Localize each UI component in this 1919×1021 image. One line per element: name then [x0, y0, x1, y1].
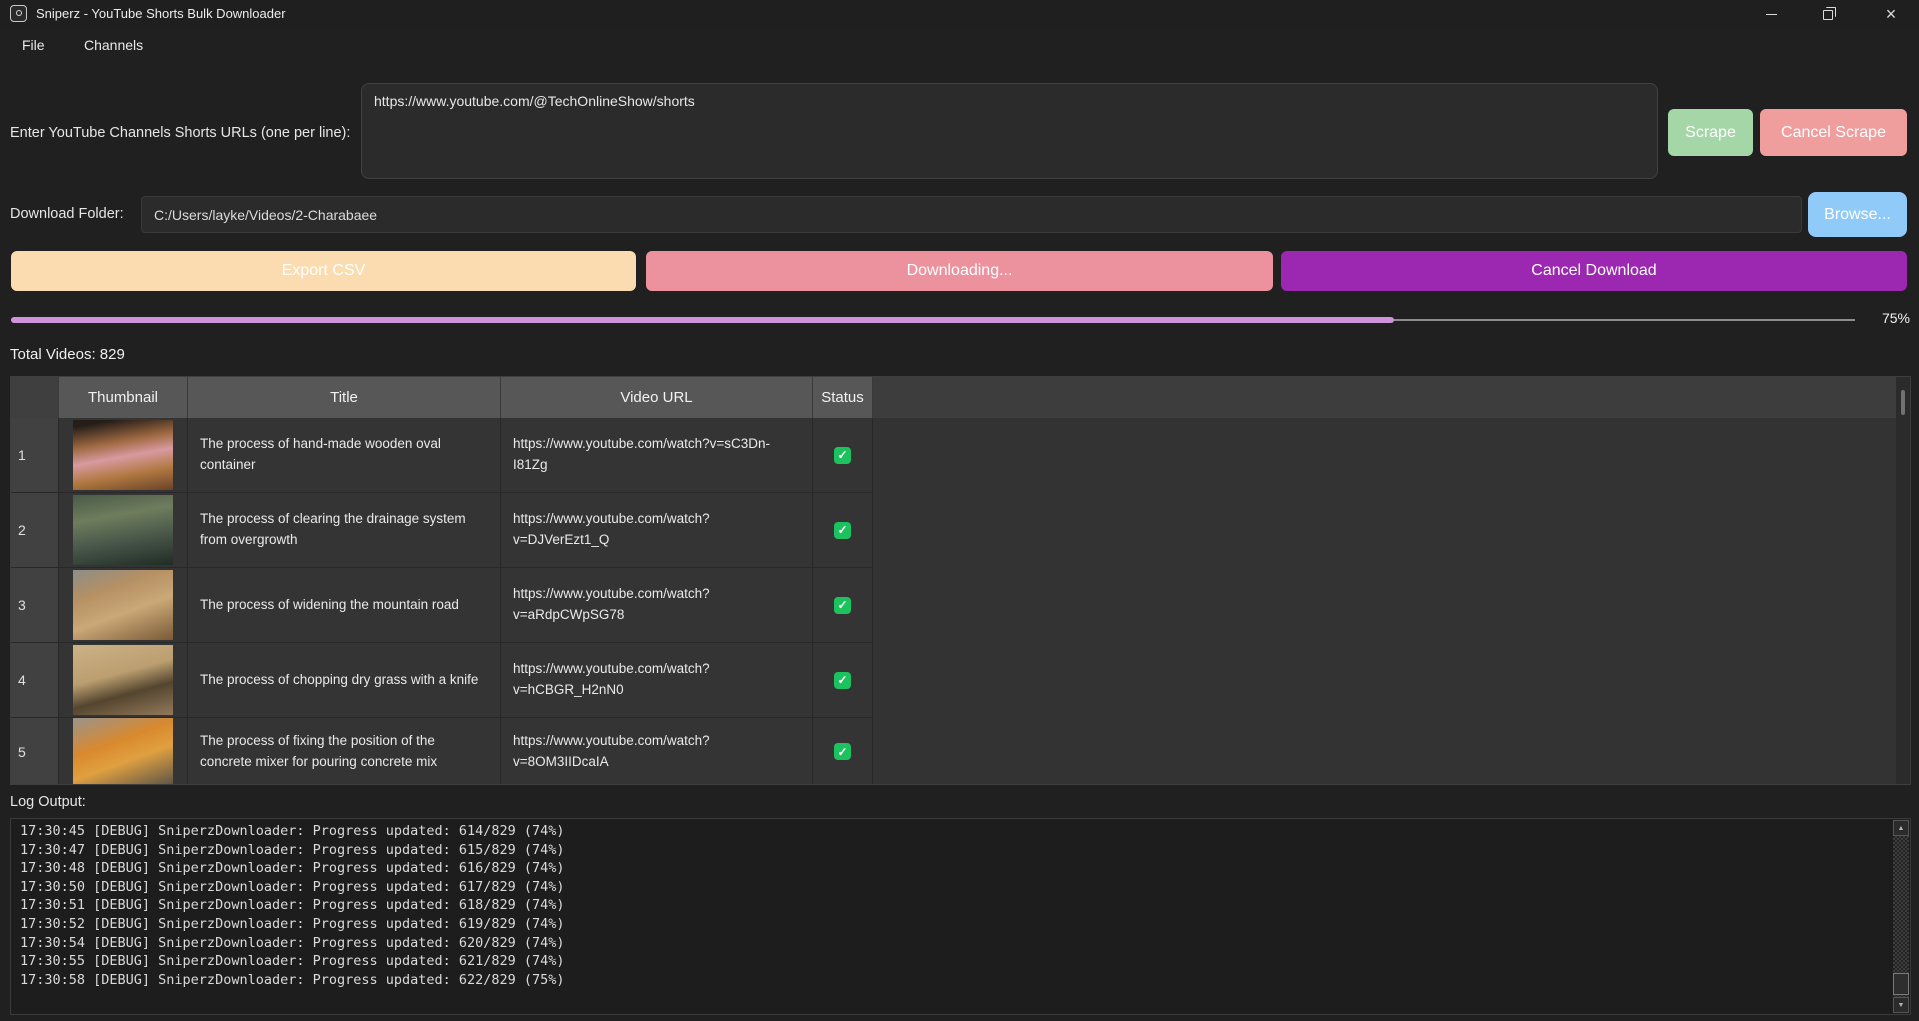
cancel-scrape-button[interactable]: Cancel Scrape: [1760, 109, 1907, 156]
browse-button[interactable]: Browse...: [1808, 192, 1907, 237]
row-number: 3: [11, 568, 59, 643]
menu-bar: File Channels: [0, 28, 1919, 62]
table-vertical-scrollbar[interactable]: [1896, 377, 1910, 784]
log-line: 17:30:50 [DEBUG] SniperzDownloader: Prog…: [20, 878, 565, 895]
row-number: 1: [11, 418, 59, 493]
table-row[interactable]: 5 The process of fixing the position of t…: [11, 718, 873, 784]
thumbnail-cell: [59, 568, 188, 643]
column-header-status[interactable]: Status: [813, 377, 873, 418]
log-line: 17:30:54 [DEBUG] SniperzDownloader: Prog…: [20, 934, 565, 951]
thumbnail-cell: [59, 493, 188, 568]
log-line: 17:30:45 [DEBUG] SniperzDownloader: Prog…: [20, 823, 565, 839]
downloading-button[interactable]: Downloading...: [646, 251, 1273, 291]
restore-icon: [1823, 7, 1836, 20]
log-line: 17:30:58 [DEBUG] SniperzDownloader: Prog…: [20, 971, 565, 988]
log-line: 17:30:52 [DEBUG] SniperzDownloader: Prog…: [20, 915, 565, 932]
thumbnail-cell: [59, 718, 188, 784]
video-url: https://www.youtube.com/watch?v=aRdpCWpS…: [501, 568, 813, 643]
thumbnail-cell: [59, 418, 188, 493]
thumbnail-image: [73, 495, 173, 565]
log-line: 17:30:51 [DEBUG] SniperzDownloader: Prog…: [20, 897, 565, 914]
log-line: 17:30:47 [DEBUG] SniperzDownloader: Prog…: [20, 841, 565, 858]
close-button[interactable]: ×: [1868, 0, 1914, 28]
log-scrollbar[interactable]: ▲ ▼: [1893, 820, 1909, 1013]
video-url: https://www.youtube.com/watch?v=sC3Dn-I8…: [501, 418, 813, 493]
table-row[interactable]: 1 The process of hand-made wooden oval co…: [11, 418, 873, 493]
table-scrollbar-thumb[interactable]: [1901, 390, 1905, 415]
row-number: 5: [11, 718, 59, 784]
status-checked-icon: ✓: [834, 596, 851, 614]
status-cell: ✓: [813, 418, 873, 493]
window-title: Sniperz - YouTube Shorts Bulk Downloader: [36, 6, 286, 21]
log-line: 17:30:48 [DEBUG] SniperzDownloader: Prog…: [20, 860, 565, 877]
video-title: The process of chopping dry grass with a…: [188, 643, 501, 718]
minimize-button[interactable]: [1748, 0, 1794, 28]
app-window: Sniperz - YouTube Shorts Bulk Downloader…: [0, 0, 1919, 1021]
row-number: 4: [11, 643, 59, 718]
download-folder-label: Download Folder:: [10, 206, 124, 222]
thumbnail-cell: [59, 643, 188, 718]
log-output-box[interactable]: 17:30:45 [DEBUG] SniperzDownloader: Prog…: [10, 818, 1911, 1015]
status-checked-icon: ✓: [834, 743, 851, 760]
log-output-label: Log Output:: [10, 794, 86, 810]
table-header-filler: [873, 377, 1896, 418]
url-input-label: Enter YouTube Channels Shorts URLs (one …: [10, 125, 351, 141]
thumbnail-image: [73, 718, 173, 784]
log-scrollbar-thumb[interactable]: [1893, 973, 1909, 995]
video-title: The process of hand-made wooden oval con…: [188, 418, 501, 493]
scrape-button[interactable]: Scrape: [1668, 109, 1753, 156]
column-header-thumbnail[interactable]: Thumbnail: [59, 377, 188, 418]
row-number: 2: [11, 493, 59, 568]
log-lines: 17:30:45 [DEBUG] SniperzDownloader: Prog…: [20, 822, 1888, 989]
app-icon: [10, 5, 27, 22]
scroll-up-button[interactable]: ▲: [1893, 820, 1909, 836]
video-url: https://www.youtube.com/watch?v=8OM3IIDc…: [501, 718, 813, 784]
video-title: The process of clearing the drainage sys…: [188, 493, 501, 568]
channels-url-input[interactable]: https://www.youtube.com/@TechOnlineShow/…: [361, 83, 1658, 179]
progress-fill: [11, 317, 1394, 323]
thumbnail-image: [73, 645, 173, 715]
maximize-button[interactable]: [1805, 0, 1851, 28]
title-bar: Sniperz - YouTube Shorts Bulk Downloader…: [0, 0, 1919, 28]
status-cell: ✓: [813, 568, 873, 643]
table-row[interactable]: 2 The process of clearing the drainage sy…: [11, 493, 873, 568]
thumbnail-image: [73, 420, 173, 490]
video-url: https://www.youtube.com/watch?v=DJVerEzt…: [501, 493, 813, 568]
videos-table: Thumbnail Title Video URL Status 1 The pr…: [10, 376, 1911, 785]
table-corner-cell: [11, 377, 59, 418]
status-checked-icon: ✓: [834, 521, 851, 539]
progress-percent-label: 75%: [1881, 310, 1910, 326]
download-folder-input[interactable]: [141, 196, 1802, 233]
status-cell: ✓: [813, 643, 873, 718]
download-progress-bar: [11, 316, 1855, 324]
thumbnail-image: [73, 570, 173, 640]
menu-file[interactable]: File: [12, 28, 55, 62]
total-videos-label: Total Videos: 829: [10, 346, 125, 363]
column-header-title[interactable]: Title: [188, 377, 501, 418]
scroll-down-button[interactable]: ▼: [1893, 997, 1909, 1013]
export-csv-button[interactable]: Export CSV: [11, 251, 636, 291]
video-title: The process of widening the mountain roa…: [188, 568, 501, 643]
status-cell: ✓: [813, 718, 873, 784]
close-icon: ×: [1885, 4, 1897, 24]
table-row[interactable]: 4 The process of chopping dry grass with …: [11, 643, 873, 718]
video-title: The process of fixing the position of th…: [188, 718, 501, 784]
log-line: 17:30:55 [DEBUG] SniperzDownloader: Prog…: [20, 953, 565, 970]
menu-channels[interactable]: Channels: [74, 28, 153, 62]
status-checked-icon: ✓: [834, 671, 851, 689]
minimize-icon: [1765, 13, 1777, 15]
table-row[interactable]: 3 The process of widening the mountain ro…: [11, 568, 873, 643]
video-url: https://www.youtube.com/watch?v=hCBGR_H2…: [501, 643, 813, 718]
status-checked-icon: ✓: [834, 446, 851, 464]
cancel-download-button[interactable]: Cancel Download: [1281, 251, 1907, 291]
status-cell: ✓: [813, 493, 873, 568]
column-header-url[interactable]: Video URL: [501, 377, 813, 418]
